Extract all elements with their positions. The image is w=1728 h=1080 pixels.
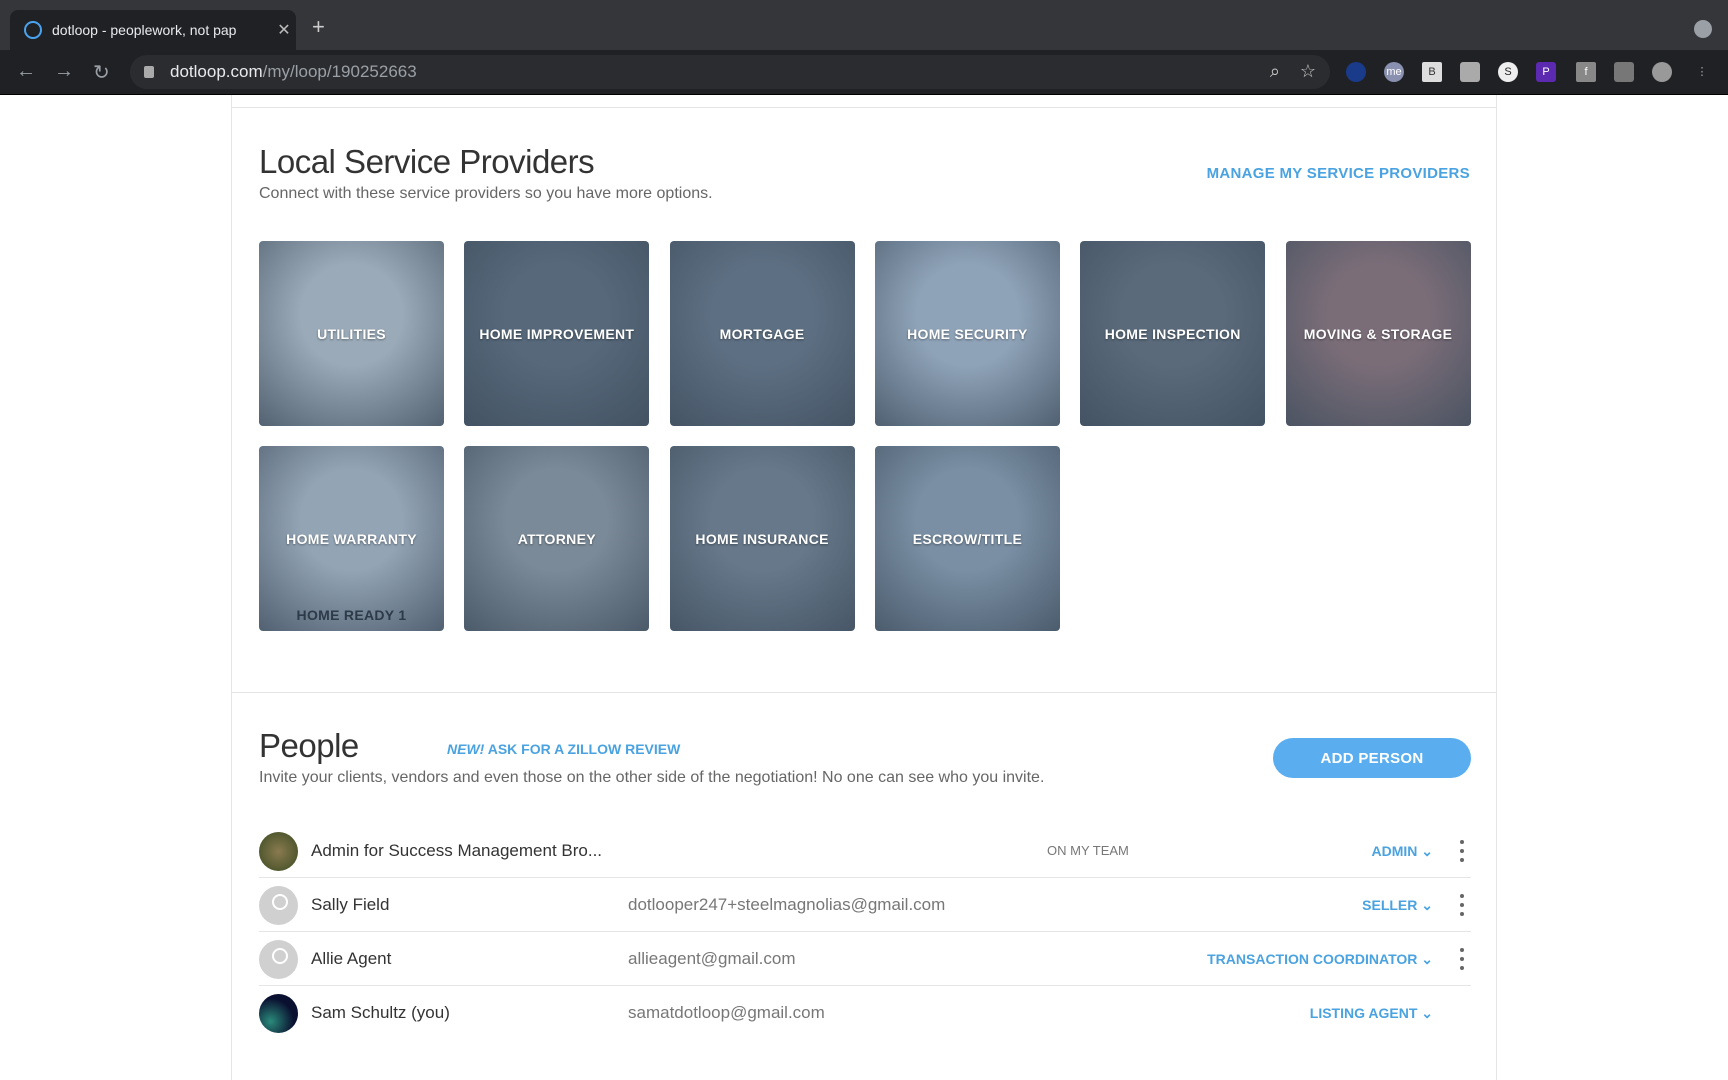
reload-icon[interactable]: ↻ bbox=[93, 60, 110, 85]
browser-tab-bar: dotloop - peoplework, not pap ✕ + bbox=[0, 0, 1728, 50]
person-row: Sam Schultz (you) samatdotloop@gmail.com… bbox=[259, 986, 1471, 1040]
people-title: People bbox=[259, 727, 359, 764]
loop-panel: Local Service Providers Connect with the… bbox=[231, 95, 1497, 1080]
person-row: Allie Agent allieagent@gmail.com TRANSAC… bbox=[259, 932, 1471, 986]
new-badge: NEW! bbox=[447, 741, 485, 757]
puzzle-icon[interactable] bbox=[1614, 62, 1634, 82]
url-domain: dotloop.com bbox=[170, 62, 263, 81]
people-subtitle: Invite your clients, vendors and even th… bbox=[259, 769, 1045, 786]
chevron-down-icon: ⌄ bbox=[1421, 897, 1433, 913]
provider-tile[interactable]: UTILITIES bbox=[259, 241, 444, 426]
person-name: Admin for Success Management Bro... bbox=[311, 841, 603, 860]
avatar bbox=[259, 886, 298, 925]
menu-icon[interactable]: ⋮ bbox=[1692, 62, 1712, 82]
extension-icon[interactable]: S bbox=[1498, 62, 1518, 82]
divider bbox=[232, 692, 1496, 693]
chevron-down-icon: ⌄ bbox=[1421, 843, 1433, 859]
role-label: LISTING AGENT bbox=[1309, 1005, 1418, 1021]
chevron-down-icon: ⌄ bbox=[1421, 951, 1433, 967]
provider-label: UTILITIES bbox=[317, 325, 386, 342]
dotloop-favicon-icon bbox=[24, 21, 42, 39]
extension-icon[interactable]: f bbox=[1576, 62, 1596, 82]
browser-toolbar: ← → ↻ dotloop.com/my/loop/190252663 ⌕ ☆ … bbox=[0, 50, 1728, 95]
role-label: TRANSACTION COORDINATOR bbox=[1207, 951, 1418, 967]
role-label: ADMIN bbox=[1371, 843, 1418, 859]
tab-search-icon[interactable] bbox=[1694, 20, 1712, 38]
browser-tab[interactable]: dotloop - peoplework, not pap ✕ bbox=[10, 10, 296, 50]
providers-subtitle: Connect with these service providers so … bbox=[259, 185, 713, 202]
close-tab-icon[interactable]: ✕ bbox=[272, 20, 296, 40]
chevron-down-icon: ⌄ bbox=[1421, 1005, 1433, 1021]
role-dropdown[interactable]: ADMIN ⌄ bbox=[1371, 843, 1433, 860]
role-dropdown[interactable]: SELLER ⌄ bbox=[1362, 897, 1433, 914]
person-row: Admin for Success Management Bro... ON M… bbox=[259, 824, 1471, 878]
provider-tile[interactable]: ATTORNEY bbox=[464, 446, 650, 631]
provider-label: ESCROW/TITLE bbox=[912, 530, 1023, 547]
avatar bbox=[259, 832, 298, 871]
divider bbox=[232, 107, 1496, 108]
zoom-icon[interactable]: ⌕ bbox=[1270, 61, 1280, 82]
provider-tile[interactable]: MOVING & STORAGE bbox=[1285, 241, 1471, 426]
url-path: /my/loop/190252663 bbox=[262, 62, 417, 81]
role-label: SELLER bbox=[1362, 897, 1418, 913]
new-tab-icon[interactable]: + bbox=[312, 14, 325, 40]
provider-label: HOME IMPROVEMENT bbox=[479, 325, 635, 342]
provider-label: HOME INSURANCE bbox=[695, 530, 829, 547]
manage-service-providers-link[interactable]: MANAGE MY SERVICE PROVIDERS bbox=[1207, 165, 1470, 182]
extension-icon[interactable]: me bbox=[1384, 62, 1404, 82]
add-person-button[interactable]: ADD PERSON bbox=[1273, 738, 1471, 778]
team-label: ON MY TEAM bbox=[1047, 843, 1129, 858]
provider-label: HOME SECURITY bbox=[907, 325, 1028, 342]
extension-icon[interactable]: P bbox=[1536, 62, 1556, 82]
provider-tile[interactable]: HOME INSURANCE bbox=[669, 446, 855, 631]
provider-tile[interactable]: MORTGAGE bbox=[669, 241, 855, 426]
extension-icon[interactable]: B bbox=[1422, 62, 1442, 82]
avatar bbox=[259, 994, 298, 1033]
person-email: samatdotloop@gmail.com bbox=[628, 1003, 825, 1022]
person-name: Sam Schultz (you) bbox=[311, 1003, 450, 1022]
extension-icon[interactable] bbox=[1346, 62, 1366, 82]
back-icon[interactable]: ← bbox=[16, 60, 36, 83]
provider-tile[interactable]: HOME WARRANTY HOME READY 1 bbox=[259, 446, 444, 631]
provider-label: HOME WARRANTY bbox=[286, 530, 417, 547]
provider-label: MORTGAGE bbox=[719, 325, 805, 342]
more-options-icon[interactable] bbox=[1459, 840, 1465, 862]
more-options-icon[interactable] bbox=[1459, 894, 1465, 916]
provider-tile[interactable]: HOME SECURITY bbox=[874, 241, 1060, 426]
bookmark-star-icon[interactable]: ☆ bbox=[1300, 61, 1316, 82]
providers-title: Local Service Providers bbox=[259, 143, 595, 180]
person-row: Sally Field dotlooper247+steelmagnolias@… bbox=[259, 878, 1471, 932]
zillow-review-link[interactable]: NEW! ASK FOR A ZILLOW REVIEW bbox=[447, 741, 680, 757]
person-email: dotlooper247+steelmagnolias@gmail.com bbox=[628, 895, 946, 914]
provider-label: ATTORNEY bbox=[517, 530, 596, 547]
provider-tile[interactable]: HOME IMPROVEMENT bbox=[464, 241, 650, 426]
role-dropdown[interactable]: TRANSACTION COORDINATOR ⌄ bbox=[1207, 951, 1433, 968]
role-dropdown[interactable]: LISTING AGENT ⌄ bbox=[1310, 1005, 1433, 1022]
lock-icon bbox=[144, 66, 154, 78]
address-bar[interactable]: dotloop.com/my/loop/190252663 ⌕ ☆ bbox=[130, 55, 1330, 89]
forward-icon[interactable]: → bbox=[54, 60, 74, 83]
provider-label: MOVING & STORAGE bbox=[1303, 325, 1453, 342]
provider-label: HOME INSPECTION bbox=[1104, 325, 1241, 342]
provider-tile[interactable]: ESCROW/TITLE bbox=[874, 446, 1060, 631]
person-email: allieagent@gmail.com bbox=[628, 949, 796, 968]
avatar bbox=[259, 940, 298, 979]
extension-icon[interactable] bbox=[1460, 62, 1480, 82]
logo-text: HOME READY 1 bbox=[296, 607, 407, 623]
person-name: Allie Agent bbox=[311, 949, 392, 968]
person-name: Sally Field bbox=[311, 895, 390, 914]
tab-title: dotloop - peoplework, not pap bbox=[52, 22, 237, 38]
zillow-link-label: ASK FOR A ZILLOW REVIEW bbox=[487, 741, 681, 757]
profile-avatar[interactable] bbox=[1652, 62, 1672, 82]
more-options-icon[interactable] bbox=[1459, 948, 1465, 970]
provider-tile[interactable]: HOME INSPECTION bbox=[1080, 241, 1266, 426]
